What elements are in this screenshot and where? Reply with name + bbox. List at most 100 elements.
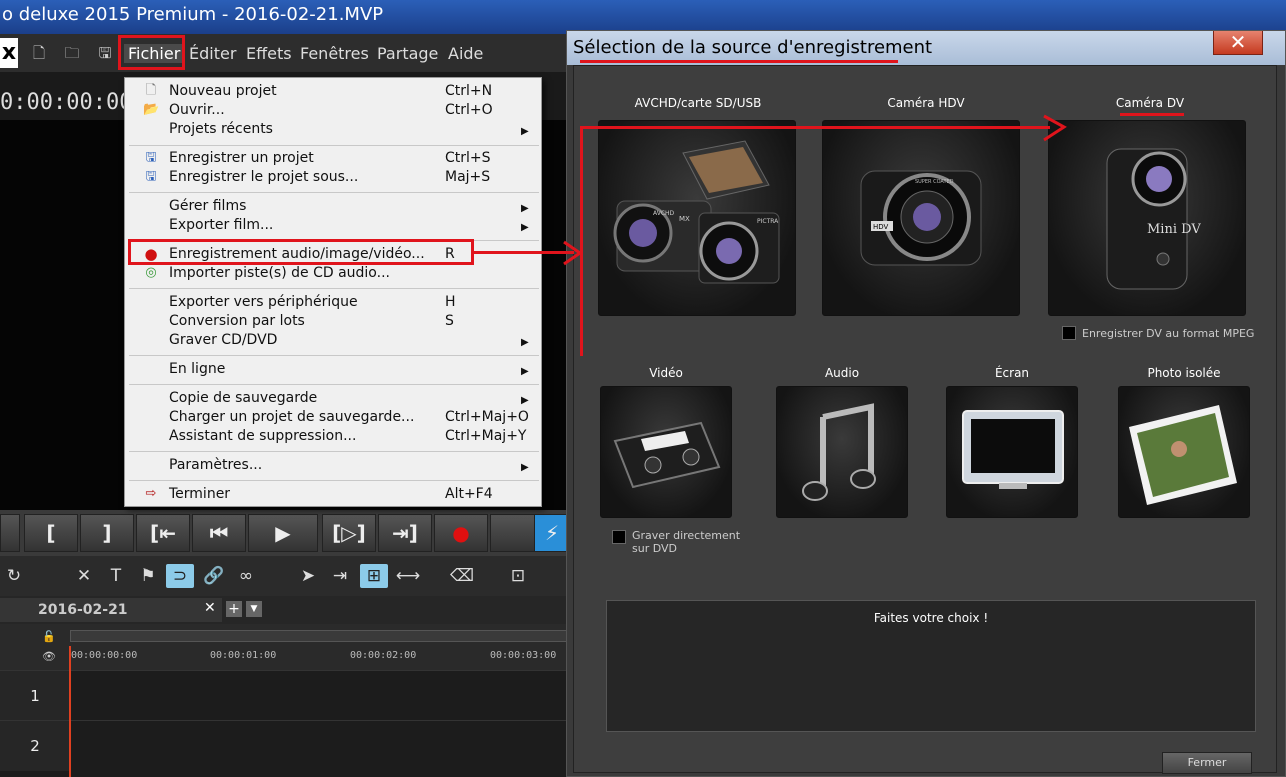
menu-item-export-film[interactable]: Exporter film...	[169, 216, 273, 235]
flash-button[interactable]: ⚡	[534, 514, 570, 552]
link-icon[interactable]: 🔗	[200, 564, 228, 588]
source-avchd-card[interactable]: AVCHD MX PICTRA	[598, 120, 796, 316]
track-row[interactable]: 1	[0, 670, 570, 721]
menu-item-import-cd[interactable]: Importer piste(s) de CD audio...	[169, 264, 390, 283]
info-message: Faites votre choix !	[873, 611, 989, 625]
record-button[interactable]: ●	[434, 514, 488, 552]
menu-item-burn-cd-dvd[interactable]: Graver CD/DVD	[169, 331, 277, 350]
menu-partage[interactable]: Partage	[377, 44, 438, 63]
play-button[interactable]: ▶	[248, 514, 318, 552]
edit-toolbar: ↻ ✕ T ⚑ ⊃ 🔗 ∞ ➤ ⇥ ⊞ ⟷ ⌫ ⊡	[0, 556, 570, 596]
marker-flag-icon[interactable]: ⚑	[134, 564, 162, 588]
menu-item-deletion-assistant[interactable]: Assistant de suppression...	[169, 427, 356, 446]
source-screen-card[interactable]	[946, 386, 1078, 518]
source-label-audio: Audio	[824, 366, 860, 380]
source-label-avchd: AVCHD/carte SD/USB	[634, 96, 762, 110]
annotation-arrow-shaft	[474, 251, 574, 254]
menu-item-quit[interactable]: Terminer	[169, 485, 230, 504]
save-as-icon: 🖫	[145, 169, 157, 184]
ruler-tick-label: 00:00:01:00	[210, 650, 277, 661]
dv-mpeg-checkbox[interactable]	[1062, 326, 1076, 340]
go-to-mark-out-button[interactable]: ⇥]	[378, 514, 432, 552]
mark-out-button[interactable]: ]	[80, 514, 134, 552]
play-range-button[interactable]: [▷]	[322, 514, 376, 552]
add-tab-icon[interactable]: +	[226, 601, 242, 617]
burn-dvd-label-line2: sur DVD	[632, 542, 677, 555]
source-hdv-card[interactable]: HDV SUPER COATED	[822, 120, 1020, 316]
pointer-tool-icon[interactable]: ➤	[294, 564, 322, 588]
menu-item-shortcut: Ctrl+Maj+O	[445, 409, 529, 425]
menu-item-load-backup[interactable]: Charger un projet de sauvegarde...	[169, 408, 414, 427]
text-tool-icon[interactable]: T	[102, 564, 130, 588]
menu-item-backup-copy[interactable]: Copie de sauvegarde	[169, 389, 317, 408]
playhead-line[interactable]	[69, 646, 71, 777]
zoom-fit-icon[interactable]: ⊡	[504, 564, 532, 588]
menu-separator	[129, 145, 539, 146]
avchd-camera-icon: AVCHD MX PICTRA	[613, 140, 780, 284]
group-magnet-icon[interactable]: ⊃	[166, 564, 194, 588]
menu-effets[interactable]: Effets	[246, 44, 292, 63]
menu-item-save-project[interactable]: Enregistrer un projet	[169, 149, 314, 168]
exit-arrow-icon: ⇨	[145, 486, 157, 501]
timeline-tab[interactable]: 2016-02-21	[0, 598, 222, 622]
transport-extra-button[interactable]	[0, 514, 20, 552]
unlink-icon[interactable]: ∞	[232, 564, 260, 588]
ripple-tool-icon[interactable]: ⊞	[360, 564, 388, 588]
preview-timecode: 0:00:00:00	[0, 90, 133, 115]
menu-item-settings[interactable]: Paramètres...	[169, 456, 262, 475]
go-to-start-button[interactable]: ⏮	[192, 514, 246, 552]
mark-in-button[interactable]: [	[24, 514, 78, 552]
menu-editer[interactable]: Éditer	[189, 44, 236, 63]
menu-separator	[129, 192, 539, 193]
window-title: o deluxe 2015 Premium - 2016-02-21.MVP	[2, 4, 384, 25]
new-project-icon: 🗋	[145, 83, 157, 98]
ruler-tick-label: 00:00:00:00	[71, 650, 138, 661]
mx-text: MX	[679, 215, 690, 223]
visibility-eye-icon[interactable]: 👁	[42, 650, 56, 663]
stretch-tool-icon[interactable]: ⟷	[394, 564, 422, 588]
menu-item-batch-conversion[interactable]: Conversion par lots	[169, 312, 305, 331]
menu-item-new-project[interactable]: Nouveau projet	[169, 82, 277, 101]
open-folder-icon: 📂	[143, 102, 160, 117]
recording-source-dialog: Sélection de la source d'enregistrement …	[566, 30, 1286, 777]
menu-aide[interactable]: Aide	[448, 44, 483, 63]
menu-separator	[129, 384, 539, 385]
close-dialog-button[interactable]: Fermer	[1162, 752, 1252, 774]
lock-icon[interactable]: 🔓	[42, 630, 56, 643]
submenu-arrow-icon: ▶	[521, 337, 529, 348]
go-to-mark-in-button[interactable]: [⇤	[136, 514, 190, 552]
burn-dvd-checkbox[interactable]	[612, 530, 626, 544]
menu-item-shortcut: S	[445, 313, 454, 329]
app-logo-icon[interactable]: x	[0, 38, 18, 68]
track-row[interactable]: 2	[0, 720, 570, 777]
source-photo-card[interactable]	[1118, 386, 1250, 518]
source-video-card[interactable]	[600, 386, 732, 518]
menu-item-online[interactable]: En ligne	[169, 360, 225, 379]
menu-item-shortcut: H	[445, 294, 456, 310]
source-audio-card[interactable]	[776, 386, 908, 518]
trim-tool-icon[interactable]: ⇥	[326, 564, 354, 588]
menu-item-export-device[interactable]: Exporter vers périphérique	[169, 293, 358, 312]
track-number: 2	[0, 721, 70, 771]
menu-item-recent-projects[interactable]: Projets récents	[169, 120, 273, 139]
tab-dropdown-icon[interactable]: ▼	[246, 601, 262, 617]
source-dv-card[interactable]: Mini DV	[1048, 120, 1246, 316]
menu-item-open[interactable]: Ouvrir...	[169, 101, 225, 120]
eraser-tool-icon[interactable]: ⌫	[448, 564, 476, 588]
source-label-dv: Caméra DV	[1115, 96, 1185, 110]
menu-item-manage-films[interactable]: Gérer films	[169, 197, 246, 216]
delete-icon[interactable]: ✕	[70, 564, 98, 588]
timeline-range-bar[interactable]	[70, 630, 570, 642]
menu-fenetres[interactable]: Fenêtres	[300, 44, 369, 63]
open-folder-icon[interactable]: 🗀	[63, 44, 81, 62]
avchd-text: AVCHD	[653, 210, 675, 217]
undo-icon[interactable]: ↻	[0, 564, 28, 588]
timeline-ruler: 🔓 👁 00:00:00:00 00:00:01:00 00:00:02:00 …	[0, 624, 570, 670]
dialog-close-button[interactable]: ✕	[1213, 31, 1263, 55]
save-icon[interactable]: 🖫	[96, 44, 114, 62]
close-tab-icon[interactable]: ✕	[204, 600, 216, 616]
menu-item-save-as[interactable]: Enregistrer le projet sous...	[169, 168, 358, 187]
new-file-icon[interactable]: 🗋	[30, 44, 48, 62]
window-title-bar: o deluxe 2015 Premium - 2016-02-21.MVP	[0, 0, 1286, 34]
cd-audio-icon: ◎	[145, 265, 157, 280]
